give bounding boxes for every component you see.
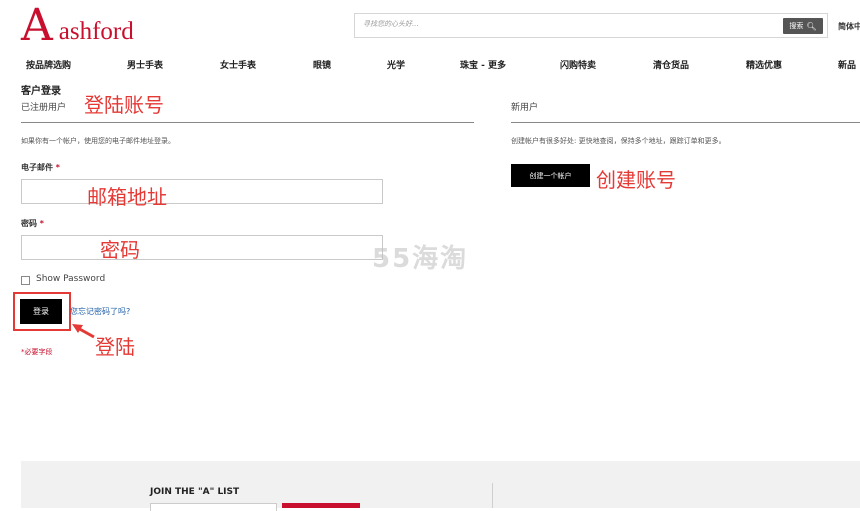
nav-item-womens-watches[interactable]: 女士手表 [220,58,256,71]
ashford-logo[interactable]: A ashford [21,4,134,48]
email-label: 电子邮件 * [21,162,60,173]
annotation-password: 密码 [100,238,140,262]
nav-item-deals[interactable]: 精选优惠 [746,58,782,71]
search-placeholder: 寻找您的心头好... [363,20,419,28]
password-label: 密码 * [21,218,44,229]
nav-item-jewelry-more[interactable]: 珠宝 - 更多 [460,58,506,71]
logo-mark: A [21,0,53,51]
nav-item-brands[interactable]: 按品牌选购 [26,58,71,71]
footer-divider [492,483,493,508]
annotation-create-account: 创建账号 [596,168,676,192]
newsletter-title: JOIN THE "A" LIST [150,487,240,497]
email-field[interactable] [21,179,383,204]
nav-item-clearance[interactable]: 清仓货品 [653,58,689,71]
registered-users-heading: 已注册用户 [21,103,67,113]
search-button-label: 搜索 [789,22,804,30]
logo-text: ashford [58,18,134,45]
password-field[interactable] [21,235,383,260]
annotation-login-account: 登陆账号 [84,93,164,117]
email-label-text: 电子邮件 [21,163,53,172]
login-button[interactable]: 登录 [20,299,62,324]
nav-item-mens-watches[interactable]: 男士手表 [127,58,163,71]
divider [21,122,474,123]
annotation-email: 邮箱地址 [87,185,167,209]
password-label-text: 密码 [21,219,37,228]
annotation-arrow-icon [72,324,95,339]
language-selector[interactable]: 简体中 [838,21,860,32]
divider [511,122,860,123]
required-star: * [55,163,60,172]
login-title: 客户登录 [21,86,61,97]
create-account-button[interactable]: 创建一个帐户 [511,164,590,187]
nav-item-flash-sale[interactable]: 闪购特卖 [560,58,596,71]
show-password-label[interactable]: Show Password [36,274,105,284]
search-button[interactable]: 搜索 🔍︎ [783,18,823,34]
nav-item-new[interactable]: 新品 [838,58,856,71]
annotation-submit: 登陆 [95,335,135,359]
nav-item-eyewear[interactable]: 眼镜 [313,58,331,71]
search-input[interactable]: 寻找您的心头好... [354,13,828,38]
new-user-heading: 新用户 [511,103,539,113]
newsletter-email-input[interactable] [150,503,277,511]
account-benefits-text: 创建帐户有很多好处: 更快地查阅，保持多个地址，跟踪订单和更多。 [511,137,726,145]
forgot-password-link[interactable]: 您忘记密码了吗? [70,306,130,317]
newsletter-submit-button[interactable] [282,503,360,508]
login-intro-text: 如果你有一个帐户，使用您的电子邮件地址登录。 [21,137,175,145]
watermark: 55海淘 [372,244,469,274]
required-star: * [39,219,44,228]
search-icon: 🔍︎ [806,21,817,31]
show-password-checkbox[interactable] [21,276,30,285]
nav-item-optical[interactable]: 光学 [387,58,405,71]
required-fields-note: *必要字段 [21,348,53,356]
footer [21,461,860,508]
